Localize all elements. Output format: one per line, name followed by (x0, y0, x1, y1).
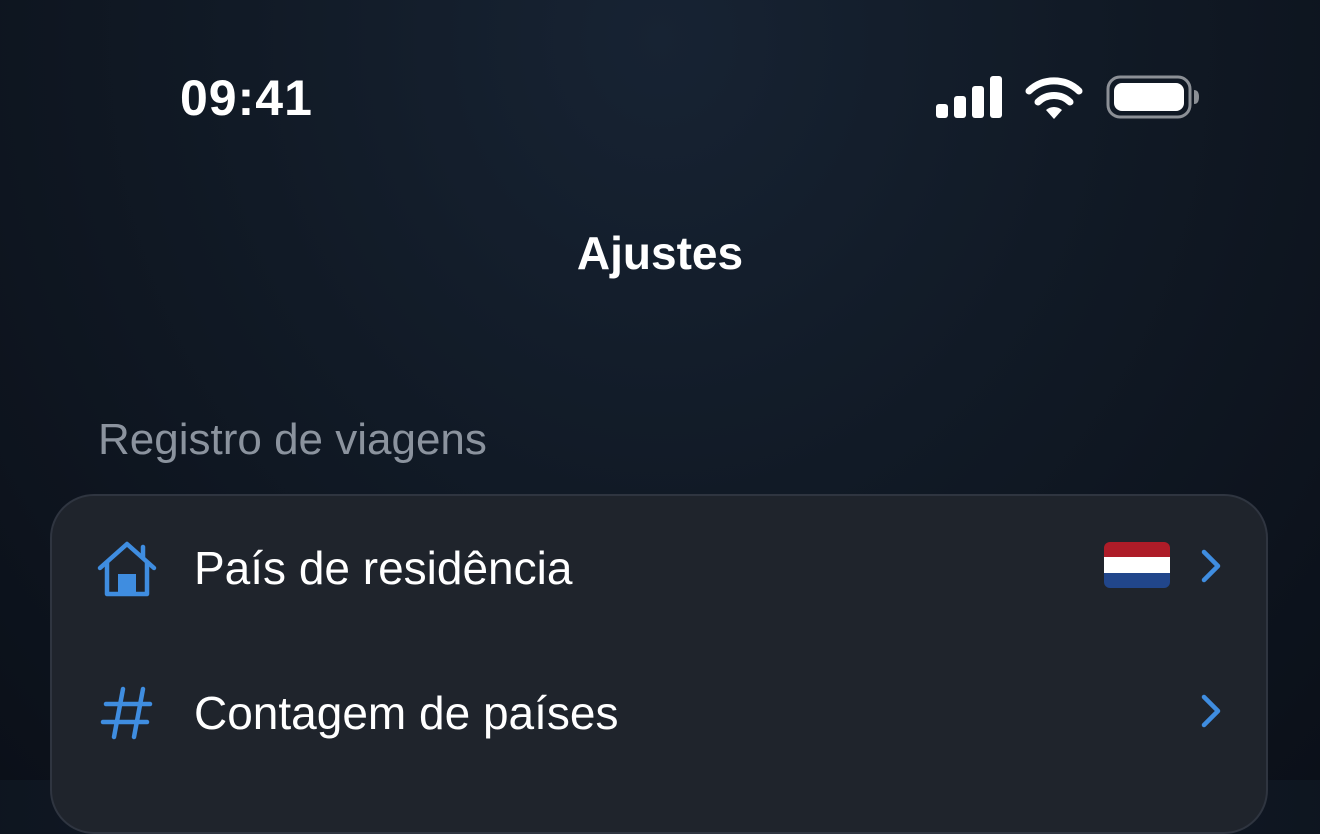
flag-stripe-white (1104, 557, 1170, 573)
setting-row-pais-residencia[interactable]: País de residência (52, 496, 1266, 641)
status-icons (936, 74, 1200, 120)
wifi-icon (1025, 77, 1083, 119)
chevron-right-icon (1201, 694, 1221, 728)
page-title: Ajustes (576, 227, 744, 279)
setting-label: País de residência (194, 542, 573, 594)
signal-icon (936, 76, 1002, 118)
status-bar: 09:41 (0, 0, 1320, 190)
netherlands-flag-icon (1104, 542, 1170, 588)
flag-stripe-red (1104, 542, 1170, 558)
settings-card: País de residência Contagem de países (50, 494, 1268, 834)
hash-icon (100, 686, 153, 740)
setting-row-contagem-paises[interactable]: Contagem de países (52, 641, 1266, 786)
setting-label: Contagem de países (194, 687, 619, 739)
section-header-registro: Registro de viagens (98, 415, 487, 464)
battery-icon (1106, 75, 1199, 119)
chevron-right-icon (1201, 549, 1221, 583)
status-time: 09:41 (180, 70, 313, 126)
house-icon (97, 541, 157, 597)
flag-stripe-blue (1104, 572, 1170, 588)
